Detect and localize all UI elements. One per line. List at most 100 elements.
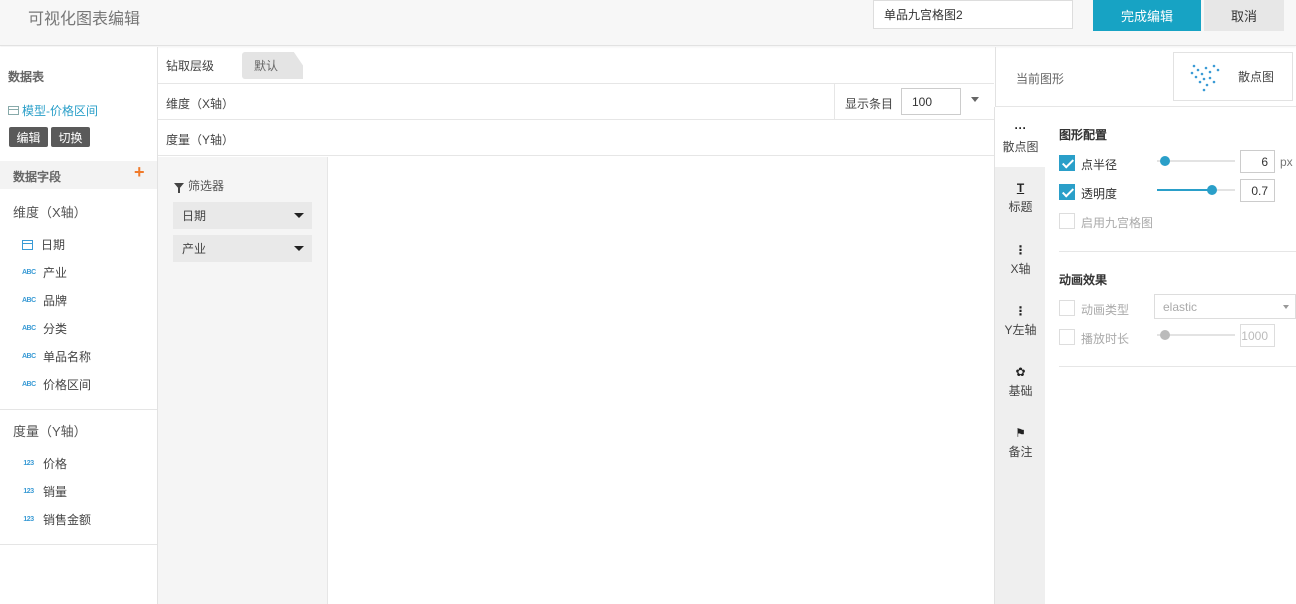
slider-fill bbox=[1157, 189, 1212, 191]
text-type-icon: ABC bbox=[22, 353, 36, 360]
enable-grid-checkbox[interactable] bbox=[1059, 213, 1075, 229]
opacity-slider[interactable] bbox=[1157, 185, 1235, 195]
edit-dataset-button[interactable]: 编辑 bbox=[9, 127, 48, 147]
filter-title-label: 筛选器 bbox=[188, 179, 225, 193]
field-item[interactable]: 123 销量 bbox=[22, 483, 67, 500]
drill-row: 钻取层级 默认 bbox=[158, 47, 994, 84]
config-panel: 图形配置 点半径 6 px 透明度 0.7 启用九宫格图 动画效果 动画类型 e… bbox=[1045, 107, 1296, 604]
divider bbox=[0, 544, 157, 545]
display-count-input[interactable]: 100 bbox=[901, 88, 961, 115]
field-label: 销售金额 bbox=[43, 513, 92, 527]
cancel-button[interactable]: 取消 bbox=[1204, 0, 1284, 31]
slider-handle[interactable] bbox=[1160, 156, 1170, 166]
tab-label: 散点图 bbox=[1002, 140, 1039, 154]
enable-grid-label: 启用九宫格图 bbox=[1081, 216, 1154, 230]
slider-handle[interactable] bbox=[1207, 185, 1217, 195]
fields-header: 数据字段 + bbox=[0, 161, 157, 189]
play-duration-slider[interactable] bbox=[1157, 330, 1235, 340]
point-radius-unit: px bbox=[1280, 155, 1293, 169]
fields-title: 数据字段 bbox=[13, 170, 62, 184]
drill-label: 钻取层级 bbox=[166, 59, 215, 73]
field-item[interactable]: ABC 价格区间 bbox=[22, 376, 91, 393]
field-label: 销量 bbox=[43, 485, 68, 499]
chart-name-input[interactable] bbox=[873, 0, 1073, 29]
play-duration-checkbox[interactable] bbox=[1059, 329, 1075, 345]
current-chart-label: 当前图形 bbox=[1016, 72, 1065, 86]
done-button[interactable]: 完成编辑 bbox=[1093, 0, 1201, 31]
drill-tab-default[interactable]: 默认 bbox=[242, 52, 303, 79]
tab-label: 备注 bbox=[1008, 445, 1033, 459]
divider bbox=[0, 409, 157, 410]
vertical-dots-icon: ⋮ bbox=[1014, 304, 1027, 318]
tab-label: 基础 bbox=[1008, 384, 1033, 398]
top-bar: 可视化图表编辑 完成编辑 取消 bbox=[0, 0, 1296, 46]
caret-down-icon bbox=[294, 213, 304, 218]
text-type-icon: ABC bbox=[22, 269, 36, 276]
field-item[interactable]: ABC 分类 bbox=[22, 320, 67, 337]
display-count: 显示条目 100 bbox=[834, 84, 994, 119]
point-radius-label: 点半径 bbox=[1081, 158, 1118, 172]
point-radius-slider[interactable] bbox=[1157, 156, 1235, 166]
filter-dropdown[interactable]: 日期 bbox=[173, 202, 312, 229]
field-item[interactable]: ABC 产业 bbox=[22, 264, 67, 281]
dataset-name: 模型-价格区间 bbox=[22, 104, 98, 118]
add-field-icon[interactable]: + bbox=[134, 162, 145, 183]
opacity-input[interactable]: 0.7 bbox=[1240, 179, 1275, 202]
animation-type-select[interactable]: elastic bbox=[1154, 294, 1296, 319]
flag-icon: ⚑ bbox=[1015, 426, 1026, 440]
tab-y-left-axis[interactable]: ⋮ Y左轴 bbox=[995, 294, 1046, 350]
field-item[interactable]: 123 价格 bbox=[22, 455, 67, 472]
tab-label: X轴 bbox=[1010, 262, 1031, 276]
animation-type-checkbox[interactable] bbox=[1059, 300, 1075, 316]
current-chart-card[interactable]: 散点图 bbox=[1173, 52, 1293, 101]
center-panel: 钻取层级 默认 维度（X轴） 显示条目 100 度量（Y轴） 筛选器 日期 产业 bbox=[158, 47, 994, 604]
scatter-chart-icon bbox=[1190, 64, 1220, 92]
shape-config-title: 图形配置 bbox=[1059, 128, 1108, 142]
gear-icon: ✿ bbox=[1015, 365, 1026, 379]
field-label: 单品名称 bbox=[43, 350, 92, 364]
dataset-link[interactable]: 模型-价格区间 bbox=[8, 102, 98, 119]
animation-type-label: 动画类型 bbox=[1081, 303, 1130, 317]
y-axis-label: 度量（Y轴） bbox=[166, 133, 235, 147]
tab-x-axis[interactable]: ⋮ X轴 bbox=[995, 233, 1046, 289]
play-duration-input[interactable]: 1000 bbox=[1240, 324, 1275, 347]
x-axis-dropzone[interactable]: 维度（X轴） 显示条目 100 bbox=[158, 84, 994, 120]
opacity-label: 透明度 bbox=[1081, 187, 1118, 201]
field-label: 价格区间 bbox=[43, 378, 92, 392]
field-item[interactable]: ABC 品牌 bbox=[22, 292, 67, 309]
y-axis-dropzone[interactable]: 度量（Y轴） bbox=[158, 120, 994, 156]
tab-label: Y左轴 bbox=[1004, 323, 1037, 337]
current-chart-row: 当前图形 散点图 bbox=[995, 47, 1296, 107]
chevron-down-icon[interactable] bbox=[971, 97, 979, 102]
filter-dropdown-label: 日期 bbox=[182, 209, 207, 223]
tab-scatter[interactable]: ··· 散点图 bbox=[995, 107, 1046, 167]
left-panel: 数据表 模型-价格区间 编辑 切换 数据字段 + 维度（X轴） 日期 ABC 产… bbox=[0, 47, 158, 604]
current-chart-name: 散点图 bbox=[1238, 70, 1275, 84]
tab-notes[interactable]: ⚑ 备注 bbox=[995, 416, 1046, 472]
calendar-icon bbox=[22, 239, 33, 250]
field-label: 日期 bbox=[41, 238, 66, 252]
point-radius-input[interactable]: 6 bbox=[1240, 150, 1275, 173]
point-radius-checkbox[interactable] bbox=[1059, 155, 1075, 171]
play-duration-label: 播放时长 bbox=[1081, 332, 1130, 346]
tab-basic[interactable]: ✿ 基础 bbox=[995, 355, 1046, 411]
slider-handle[interactable] bbox=[1160, 330, 1170, 340]
measure-group-title: 度量（Y轴） bbox=[13, 424, 87, 439]
tab-label: 标题 bbox=[1008, 200, 1033, 214]
number-type-icon: 123 bbox=[23, 516, 34, 523]
animation-type-value: elastic bbox=[1163, 299, 1198, 314]
opacity-checkbox[interactable] bbox=[1059, 184, 1075, 200]
x-axis-label: 维度（X轴） bbox=[166, 97, 235, 111]
display-count-label: 显示条目 bbox=[845, 97, 894, 111]
tab-title[interactable]: T 标题 bbox=[995, 171, 1046, 227]
dimension-group-title: 维度（X轴） bbox=[13, 205, 87, 220]
dots-icon: ··· bbox=[1014, 121, 1027, 135]
field-item[interactable]: 日期 bbox=[22, 236, 65, 253]
field-label: 产业 bbox=[43, 266, 68, 280]
field-item[interactable]: 123 销售金额 bbox=[22, 511, 91, 528]
switch-dataset-button[interactable]: 切换 bbox=[51, 127, 90, 147]
field-item[interactable]: ABC 单品名称 bbox=[22, 348, 91, 365]
field-label: 分类 bbox=[43, 322, 68, 336]
filter-dropdown[interactable]: 产业 bbox=[173, 235, 312, 262]
number-type-icon: 123 bbox=[23, 460, 34, 467]
